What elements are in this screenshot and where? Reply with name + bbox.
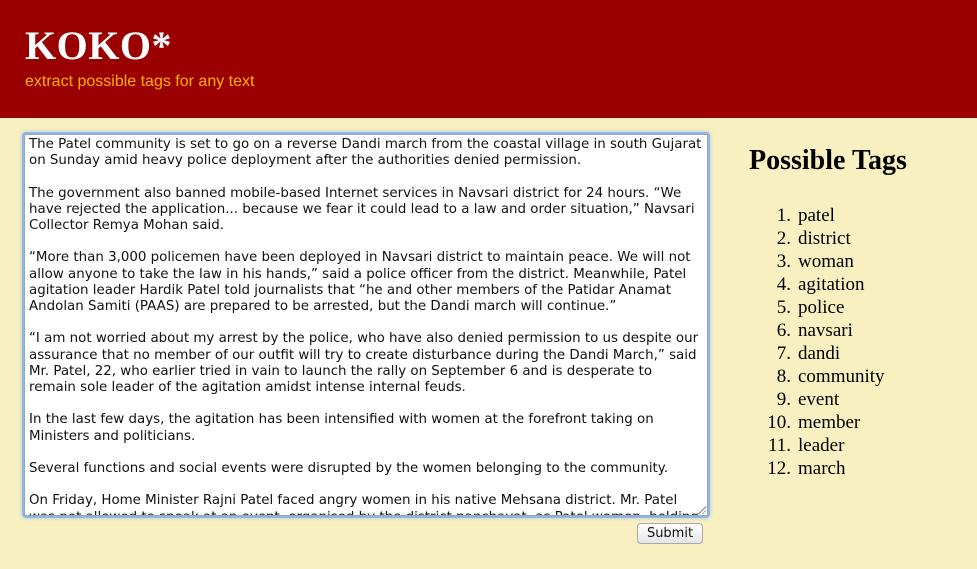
tag-text: police (798, 297, 845, 318)
tag-text: agitation (798, 274, 865, 295)
tag-text: district (798, 228, 851, 249)
tag-item: 8. community (749, 365, 885, 388)
site-logo: KOKO* (25, 23, 172, 68)
tag-number: 12. (767, 458, 791, 479)
site-header: KOKO* extract possible tags for any text (0, 0, 977, 118)
tag-text: dandi (798, 343, 841, 364)
tag-text: community (798, 366, 885, 387)
tag-item: 10. member (749, 411, 885, 434)
tag-text: woman (798, 251, 854, 272)
tag-item: 2. district (749, 227, 885, 250)
tag-number: 5. (776, 297, 791, 318)
tag-item: 1. patel (749, 204, 885, 227)
tag-number: 7. (776, 343, 791, 364)
submit-button[interactable]: Submit (637, 523, 703, 544)
tag-list: 1. patel 2. district 3. woman 4. agitation 5… (749, 204, 885, 480)
tag-text: leader (798, 435, 845, 456)
tag-item: 7. dandi (749, 342, 885, 365)
text-input-container: The Patel community is set to go on a re… (24, 134, 708, 516)
tag-number: 11. (767, 435, 791, 456)
tag-number: 6. (776, 320, 791, 341)
tag-item: 5. police (749, 296, 885, 319)
tag-text: march (798, 458, 846, 479)
tag-text: event (798, 389, 840, 410)
tag-text: member (798, 412, 861, 433)
tag-number: 9. (776, 389, 791, 410)
tag-item: 4. agitation (749, 273, 885, 296)
tag-number: 3. (776, 251, 791, 272)
tag-text: navsari (798, 320, 853, 341)
tag-item: 9. event (749, 388, 885, 411)
text-input[interactable]: The Patel community is set to go on a re… (25, 135, 707, 515)
tag-number: 4. (776, 274, 791, 295)
tag-number: 1. (776, 205, 791, 226)
tag-number: 2. (776, 228, 791, 249)
tag-item: 6. navsari (749, 319, 885, 342)
tag-text: patel (798, 205, 835, 226)
tag-item: 12. march (749, 457, 885, 480)
tag-item: 11. leader (749, 434, 885, 457)
resize-grip-icon[interactable] (697, 505, 706, 514)
tag-number: 8. (776, 366, 791, 387)
site-tagline: extract possible tags for any text (25, 73, 255, 90)
tags-title: Possible Tags (749, 145, 907, 176)
tag-number: 10. (767, 412, 791, 433)
tag-item: 3. woman (749, 250, 885, 273)
